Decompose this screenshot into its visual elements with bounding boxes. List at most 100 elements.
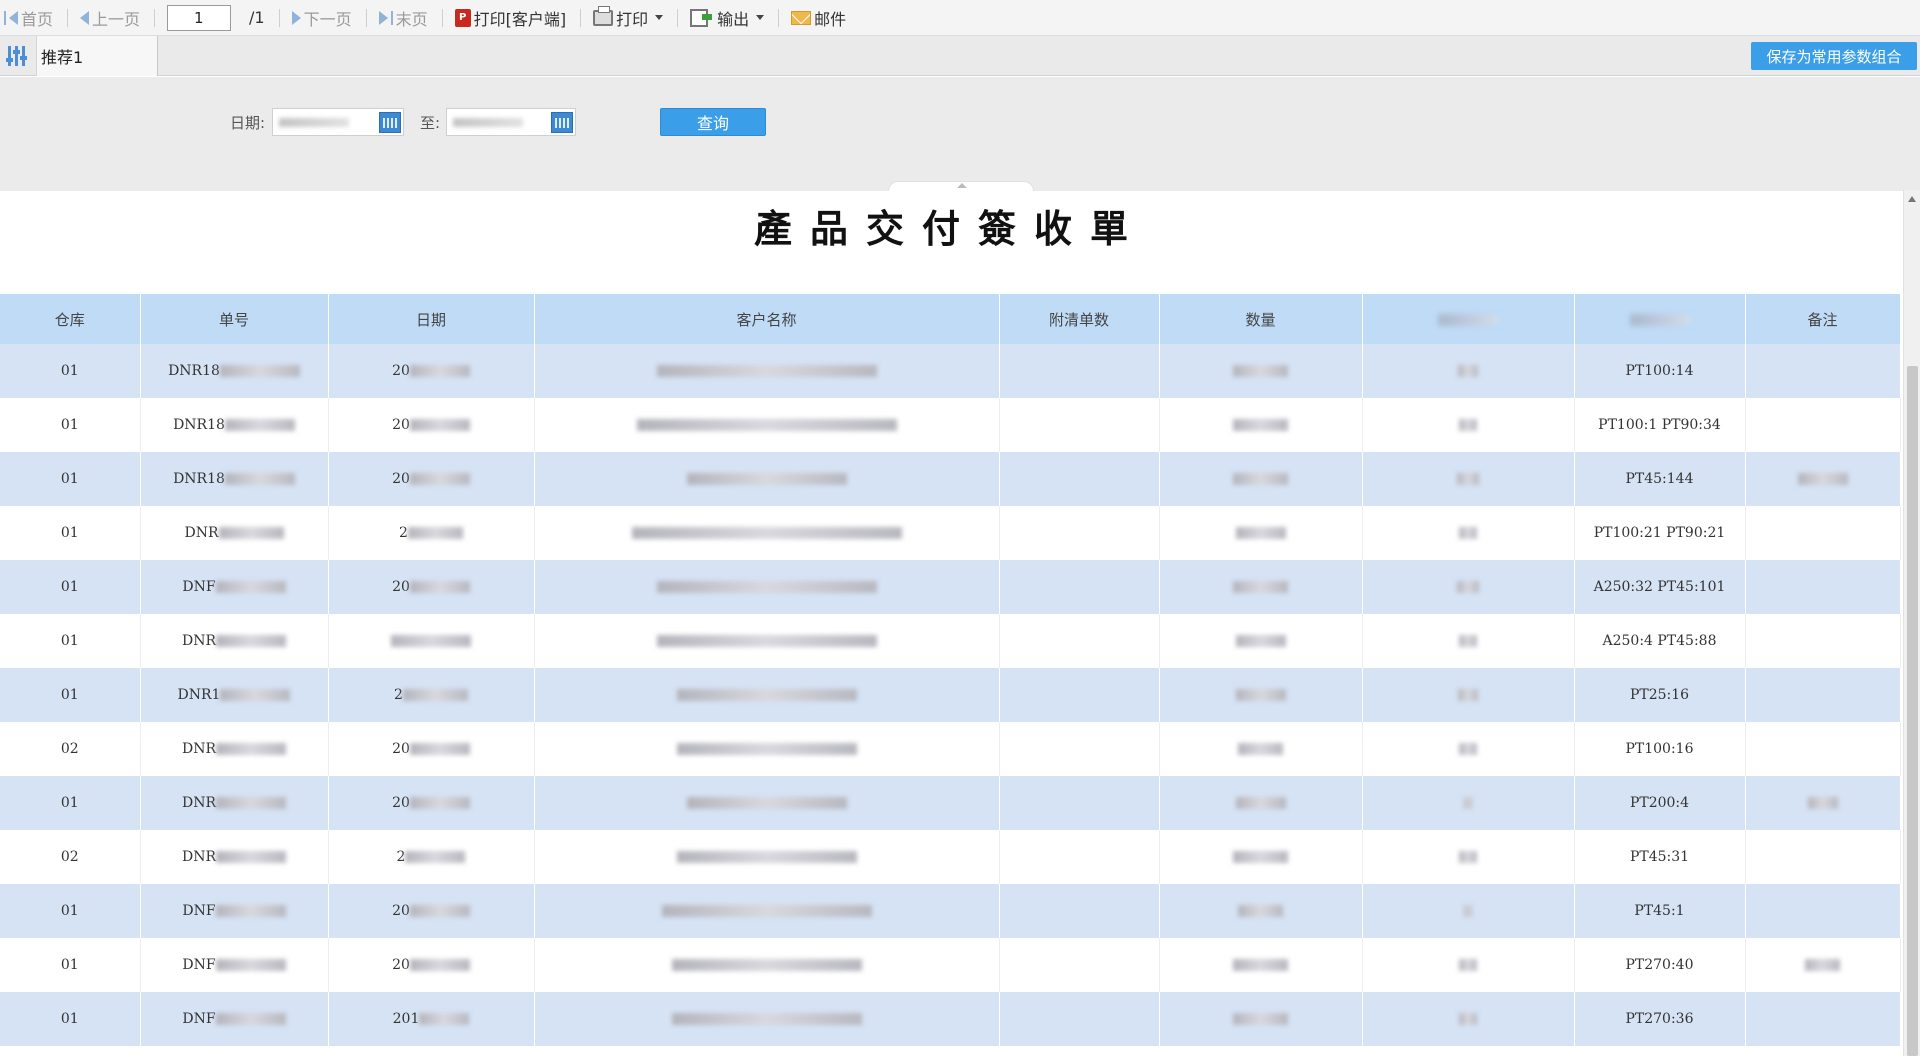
table-cell	[999, 884, 1160, 938]
table-cell	[1362, 614, 1575, 668]
masked-value	[1805, 959, 1840, 971]
table-cell	[1362, 938, 1575, 992]
mail-button[interactable]: 邮件	[791, 6, 846, 30]
print-client-label: 打印[客户端]	[473, 9, 567, 29]
query-button[interactable]: 查询	[660, 108, 766, 136]
masked-value	[1464, 905, 1472, 917]
masked-value	[1233, 419, 1288, 431]
table-row[interactable]: 01 DNR A250:4 PT45:88	[0, 614, 1901, 668]
table-cell	[1159, 884, 1363, 938]
spec-cell: A250:32 PT45:101	[1593, 579, 1726, 595]
table-row[interactable]: 02 DNR 20 PT100:16	[0, 722, 1901, 776]
masked-value	[216, 743, 286, 755]
start-date-input[interactable]	[272, 108, 404, 136]
table-row[interactable]: 01 DNR18 20 PT100:14	[0, 344, 1901, 398]
table-cell: 01	[0, 992, 141, 1046]
table-cell: PT25:16	[1574, 668, 1746, 722]
table-row[interactable]: 01 DNF 20 PT270:40	[0, 938, 1901, 992]
table-row[interactable]: 01 DNR1 2 PT25:16	[0, 668, 1901, 722]
table-cell	[534, 668, 1000, 722]
next-page-button[interactable]: 下一页	[291, 6, 352, 30]
spec-cell: PT100:21 PT90:21	[1593, 525, 1726, 541]
table-cell: A250:4 PT45:88	[1574, 614, 1746, 668]
masked-date-value	[453, 118, 523, 127]
masked-value	[676, 689, 857, 701]
report-table: 仓库 单号 日期 客户名称 附清单数 数量 备注 01 DNR18 20 PT100:14 01 DN…	[0, 294, 1901, 1046]
masked-value	[1235, 527, 1286, 539]
table-row[interactable]: 01 DNR18 20 PT45:144	[0, 452, 1901, 506]
calendar-icon[interactable]	[551, 112, 573, 133]
spec-cell: PT45:1	[1634, 903, 1685, 919]
masked-value	[1459, 527, 1477, 539]
last-page-button[interactable]: 末页	[378, 6, 428, 30]
table-row[interactable]: 01 DNF 20 A250:32 PT45:101	[0, 560, 1901, 614]
page-number-input[interactable]	[167, 4, 232, 31]
table-cell: DNR	[140, 830, 329, 884]
table-cell	[1745, 560, 1901, 614]
table-cell: 01	[0, 506, 141, 560]
masked-value	[216, 851, 286, 863]
first-page-button[interactable]: 首页	[4, 6, 53, 30]
masked-value	[671, 959, 862, 971]
table-cell	[534, 344, 1000, 398]
collapse-panel-handle[interactable]	[888, 181, 1034, 191]
masked-value	[676, 743, 857, 755]
table-cell: PT45:144	[1574, 452, 1746, 506]
table-row[interactable]: 01 DNR 20 PT200:4	[0, 776, 1901, 830]
table-cell: 01	[0, 776, 141, 830]
date-prefix: 2	[394, 687, 403, 703]
scroll-up-icon[interactable]	[1908, 196, 1916, 202]
column-header: 备注	[1745, 294, 1901, 344]
table-cell	[999, 992, 1160, 1046]
table-row[interactable]: 01 DNF 201 PT270:36	[0, 992, 1901, 1046]
print-button[interactable]: 打印	[593, 5, 664, 30]
table-cell	[999, 398, 1160, 452]
masked-value	[216, 797, 286, 809]
scrollbar-thumb[interactable]	[1907, 366, 1918, 1056]
masked-value	[224, 473, 295, 485]
order-no-prefix: DNF	[182, 957, 216, 973]
warehouse-cell: 01	[60, 903, 79, 919]
end-date-input[interactable]	[446, 108, 576, 136]
table-cell	[1745, 830, 1901, 884]
table-cell	[534, 452, 1000, 506]
date-prefix: 20	[392, 579, 410, 595]
table-cell	[1745, 992, 1901, 1046]
spec-cell: PT45:31	[1629, 849, 1690, 865]
masked-value	[676, 851, 857, 863]
table-cell: 01	[0, 938, 141, 992]
table-row[interactable]: 01 DNR 2 PT100:21 PT90:21	[0, 506, 1901, 560]
column-header: 仓库	[0, 294, 141, 344]
table-row[interactable]: 01 DNR18 20 PT100:1 PT90:34	[0, 398, 1901, 452]
save-param-combo-button[interactable]: 保存为常用参数组合	[1751, 42, 1917, 70]
filter-settings-icon[interactable]	[6, 46, 28, 66]
masked-value	[215, 959, 286, 971]
table-cell	[999, 722, 1160, 776]
vertical-scrollbar[interactable]	[1903, 190, 1920, 1056]
warehouse-cell: 01	[60, 1011, 79, 1027]
prev-page-button[interactable]: 上一页	[80, 6, 140, 30]
table-cell: PT100:1 PT90:34	[1574, 398, 1746, 452]
table-row[interactable]: 01 DNF 20 PT45:1	[0, 884, 1901, 938]
table-cell	[534, 938, 1000, 992]
table-cell	[1159, 344, 1363, 398]
masked-value	[215, 905, 286, 917]
table-cell	[999, 938, 1160, 992]
print-client-button[interactable]: P 打印[客户端]	[454, 6, 567, 30]
column-header: 日期	[328, 294, 535, 344]
calendar-icon[interactable]	[379, 112, 401, 133]
date-prefix: 20	[392, 795, 410, 811]
table-cell	[1745, 722, 1901, 776]
table-cell: PT100:16	[1574, 722, 1746, 776]
toolbar-divider	[278, 8, 280, 27]
table-row[interactable]: 02 DNR 2 PT45:31	[0, 830, 1901, 884]
masked-value	[407, 527, 463, 539]
report-title: 產品交付簽收單	[753, 206, 1146, 251]
param-tab-recommend1[interactable]: 推荐1	[36, 36, 158, 76]
masked-value	[656, 581, 877, 593]
table-cell	[999, 560, 1160, 614]
export-button[interactable]: 输出	[690, 6, 765, 30]
table-cell: 01	[0, 452, 141, 506]
masked-value	[409, 473, 470, 485]
table-cell	[1745, 506, 1901, 560]
